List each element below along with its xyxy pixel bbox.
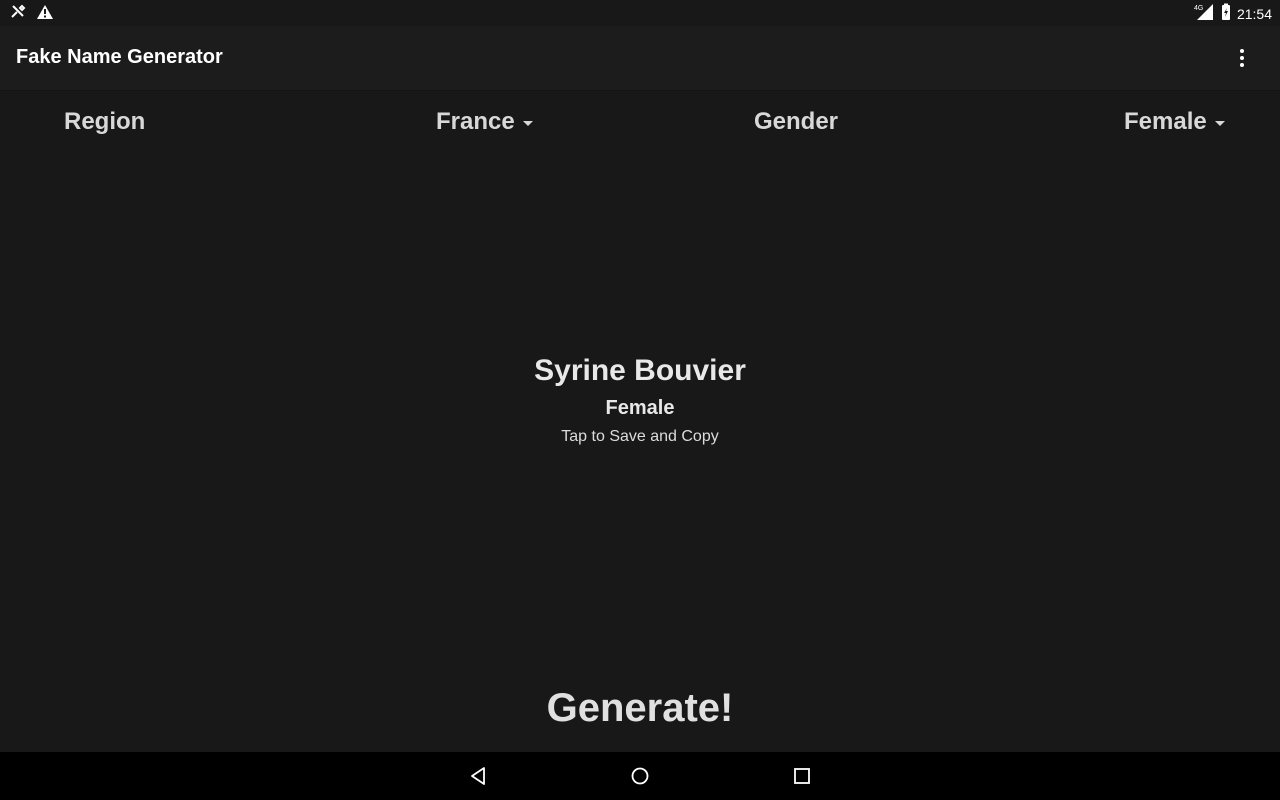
network-type-label: 4G [1194,5,1203,12]
generated-name-card[interactable]: Syrine Bouvier Female Tap to Save and Co… [0,352,1280,448]
generate-button[interactable]: Generate! [0,682,1280,734]
signal-icon: 4G [1193,3,1215,24]
more-vert-icon[interactable] [1230,46,1254,70]
status-bar: 4G 21:54 [0,0,1280,26]
status-system: 4G 21:54 [1193,3,1272,24]
recents-icon[interactable] [790,764,814,788]
dropdown-arrow-icon [1214,120,1225,126]
save-copy-hint: Tap to Save and Copy [561,428,719,445]
generated-gender: Female [605,397,675,419]
status-notifications [10,4,54,25]
region-dropdown[interactable]: France [436,108,533,136]
navigation-bar [0,752,1280,800]
generated-name: Syrine Bouvier [534,354,746,387]
gender-value: Female [1124,108,1207,135]
battery-charging-icon [1221,3,1231,24]
region-label: Region [64,108,146,135]
app-bar: Fake Name Generator [0,26,1280,91]
app-title: Fake Name Generator [16,46,223,68]
status-time: 21:54 [1236,5,1272,22]
warning-icon [36,4,54,25]
gender-label: Gender [754,108,839,135]
home-icon[interactable] [628,764,652,788]
dropdown-arrow-icon [522,120,533,126]
gender-dropdown[interactable]: Female [1124,108,1225,136]
back-icon[interactable] [466,764,490,788]
region-value: France [436,108,515,135]
selector-row: Region France Gender Female [0,90,1280,156]
tools-icon [10,4,26,25]
